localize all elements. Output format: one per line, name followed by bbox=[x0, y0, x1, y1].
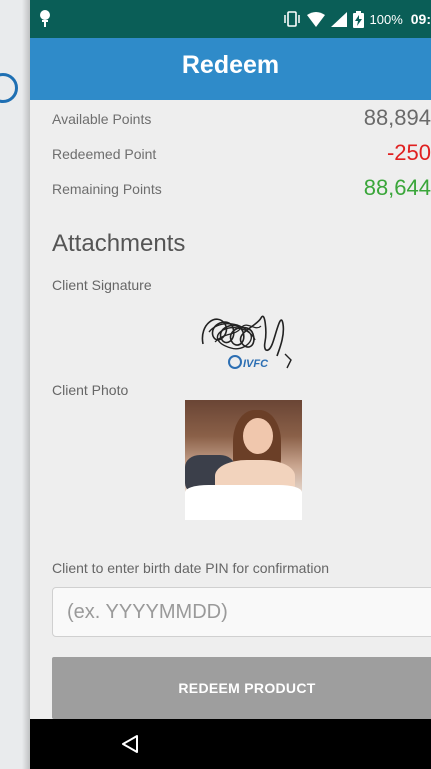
remaining-points-label: Remaining Points bbox=[52, 181, 162, 197]
attachments-heading: Attachments bbox=[52, 230, 186, 257]
wifi-icon bbox=[306, 11, 325, 27]
page-title: Redeem bbox=[181, 51, 280, 79]
redeem-product-button[interactable]: REDEEM PRODUCT bbox=[52, 657, 431, 719]
back-triangle-icon[interactable] bbox=[120, 734, 140, 754]
battery-charging-icon bbox=[352, 10, 364, 28]
birth-date-pin-input[interactable] bbox=[52, 587, 431, 637]
status-clock: 09: bbox=[410, 11, 431, 27]
phone-screen: 100% 09: Redeem Available Points 88,894 … bbox=[30, 0, 431, 769]
client-signature-label: Client Signature bbox=[52, 277, 152, 293]
redeemed-points-row: Redeemed Point -250 bbox=[52, 136, 431, 166]
vibrate-icon bbox=[283, 11, 300, 27]
available-points-label: Available Points bbox=[52, 111, 152, 127]
android-nav-bar bbox=[30, 719, 431, 769]
available-points-value: 88,894 bbox=[363, 105, 431, 130]
remaining-points-value: 88,644 bbox=[363, 175, 431, 200]
client-signature-image: IVFC bbox=[201, 315, 292, 370]
notification-icon bbox=[40, 10, 50, 27]
device-shadow bbox=[22, 0, 30, 769]
pin-instruction-label: Client to enter birth date PIN for confi… bbox=[52, 560, 330, 576]
redeemed-points-label: Redeemed Point bbox=[52, 146, 157, 162]
client-photo-label: Client Photo bbox=[52, 382, 129, 398]
battery-percentage: 100% bbox=[369, 11, 403, 27]
available-points-row: Available Points 88,894 bbox=[52, 101, 431, 131]
status-bar: 100% 09: bbox=[30, 0, 431, 38]
redeemed-points-value: -250 bbox=[386, 140, 431, 165]
signal-icon bbox=[330, 11, 347, 27]
remaining-points-row: Remaining Points 88,644 bbox=[52, 171, 431, 201]
client-photo-image bbox=[185, 400, 302, 520]
app-bar: Redeem bbox=[30, 38, 431, 100]
signature-watermark: IVFC bbox=[243, 358, 269, 370]
